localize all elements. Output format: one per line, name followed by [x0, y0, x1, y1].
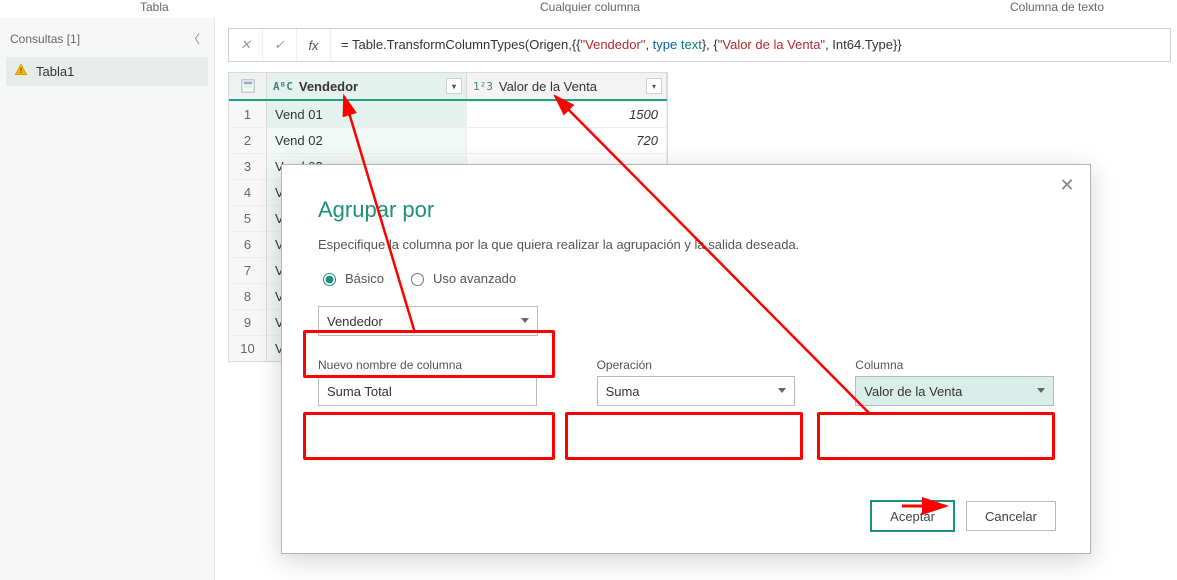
formula-seg: }} — [893, 37, 902, 52]
cancel-label: Cancelar — [985, 509, 1037, 524]
radio-basic[interactable]: Básico — [318, 270, 384, 286]
formula-seg: , — [645, 37, 652, 52]
select-all-corner[interactable] — [229, 73, 267, 99]
groupby-column-dropdown[interactable]: Vendedor — [318, 306, 538, 336]
groupby-value: Vendedor — [327, 314, 383, 329]
dialog-title: Agrupar por — [318, 197, 1054, 223]
row-number[interactable]: 1 — [229, 101, 267, 127]
cell-valor[interactable]: 720 — [467, 127, 667, 153]
group-by-dialog: ✕ Agrupar por Especifique la columna por… — [281, 164, 1091, 554]
number-type-icon: 1²3 — [473, 80, 493, 93]
formula-bar: ✕ ✓ fx = Table.TransformColumnTypes(Orig… — [228, 28, 1171, 62]
formula-text[interactable]: = Table.TransformColumnTypes(Origen,{{"V… — [331, 37, 1170, 53]
column-header-vendedor[interactable]: AᴮC Vendedor ▾ — [267, 73, 467, 99]
cell-vendedor[interactable]: Vend 02 — [267, 127, 467, 153]
formula-seg: = Table.TransformColumnTypes(Origen,{{ — [341, 37, 581, 52]
accept-label: Aceptar — [890, 509, 935, 524]
row-number[interactable]: 4 — [229, 179, 267, 205]
radio-advanced[interactable]: Uso avanzado — [406, 270, 516, 286]
column-label: Columna — [855, 358, 1054, 372]
query-item-label: Tabla1 — [36, 64, 74, 79]
ribbon-label-cualquier-columna: Cualquier columna — [540, 0, 640, 14]
row-number[interactable]: 3 — [229, 153, 267, 179]
column-header-valor[interactable]: 1²3 Valor de la Venta ▾ — [467, 73, 667, 99]
table-row[interactable]: 1Vend 011500 — [229, 101, 667, 127]
column-header-label: Vendedor — [299, 79, 358, 94]
row-number[interactable]: 10 — [229, 335, 267, 361]
chevron-down-icon — [521, 318, 529, 323]
formula-seg: text — [681, 37, 702, 52]
dialog-description: Especifique la columna por la que quiera… — [318, 237, 1054, 252]
row-number[interactable]: 9 — [229, 309, 267, 335]
formula-seg: "Vendedor" — [581, 37, 646, 52]
column-value: Valor de la Venta — [864, 384, 962, 399]
row-number[interactable]: 6 — [229, 231, 267, 257]
operation-dropdown[interactable]: Suma — [597, 376, 796, 406]
newcol-label: Nuevo nombre de columna — [318, 358, 537, 372]
cancel-button[interactable]: Cancelar — [966, 501, 1056, 531]
chevron-down-icon — [1037, 388, 1045, 393]
row-number[interactable]: 8 — [229, 283, 267, 309]
column-filter-dropdown-icon[interactable]: ▾ — [446, 78, 462, 94]
row-number[interactable]: 7 — [229, 257, 267, 283]
table-row[interactable]: 2Vend 02720 — [229, 127, 667, 153]
warning-icon — [14, 63, 28, 80]
ribbon-label-tabla: Tabla — [140, 0, 169, 14]
operation-label: Operación — [597, 358, 796, 372]
column-header-label: Valor de la Venta — [499, 79, 597, 94]
row-number[interactable]: 5 — [229, 205, 267, 231]
formula-accept-icon[interactable]: ✓ — [263, 29, 297, 61]
radio-basic-label: Básico — [345, 271, 384, 286]
fx-icon[interactable]: fx — [297, 29, 331, 61]
collapse-panel-icon[interactable]: 〈 — [184, 28, 204, 49]
cell-valor[interactable]: 1500 — [467, 101, 667, 127]
formula-seg: }, { — [702, 37, 718, 52]
query-item-tabla1[interactable]: Tabla1 — [6, 57, 208, 86]
ribbon-label-columna-texto: Columna de texto — [1010, 0, 1104, 14]
radio-advanced-label: Uso avanzado — [433, 271, 516, 286]
operation-value: Suma — [606, 384, 640, 399]
chevron-down-icon — [778, 388, 786, 393]
accept-button[interactable]: Aceptar — [871, 501, 954, 531]
queries-panel: Consultas [1] 〈 Tabla1 — [0, 18, 215, 580]
formula-seg: type — [653, 37, 678, 52]
text-type-icon: AᴮC — [273, 80, 293, 93]
column-filter-dropdown-icon[interactable]: ▾ — [646, 78, 662, 94]
queries-title: Consultas [1] — [10, 32, 80, 46]
newcol-value: Suma Total — [327, 384, 392, 399]
cell-vendedor[interactable]: Vend 01 — [267, 101, 467, 127]
row-number[interactable]: 2 — [229, 127, 267, 153]
formula-seg: "Valor de la Venta" — [718, 37, 825, 52]
formula-seg: Int64.Type — [832, 37, 893, 52]
column-dropdown[interactable]: Valor de la Venta — [855, 376, 1054, 406]
formula-cancel-icon[interactable]: ✕ — [229, 29, 263, 61]
newcol-input[interactable]: Suma Total — [318, 376, 537, 406]
close-icon[interactable]: ✕ — [1058, 177, 1076, 195]
